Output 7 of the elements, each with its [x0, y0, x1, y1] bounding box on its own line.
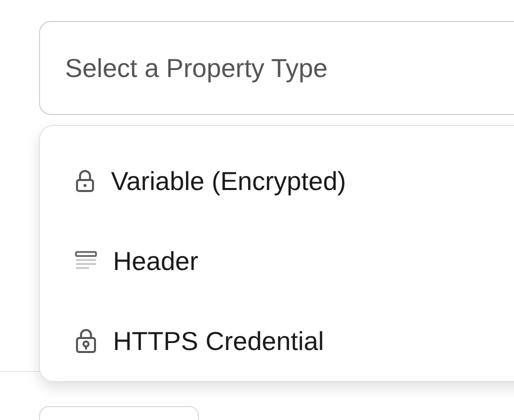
- lock-icon: [75, 170, 95, 192]
- lock-icon: [75, 328, 97, 354]
- dropdown-option[interactable]: Variable (Encrypted): [40, 141, 514, 221]
- dropdown-option[interactable]: HTTPS Credential: [40, 301, 514, 381]
- select-field[interactable]: Select a Property Type: [39, 21, 514, 115]
- lines-icon: [75, 251, 97, 271]
- dropdown-option[interactable]: Header: [40, 221, 514, 301]
